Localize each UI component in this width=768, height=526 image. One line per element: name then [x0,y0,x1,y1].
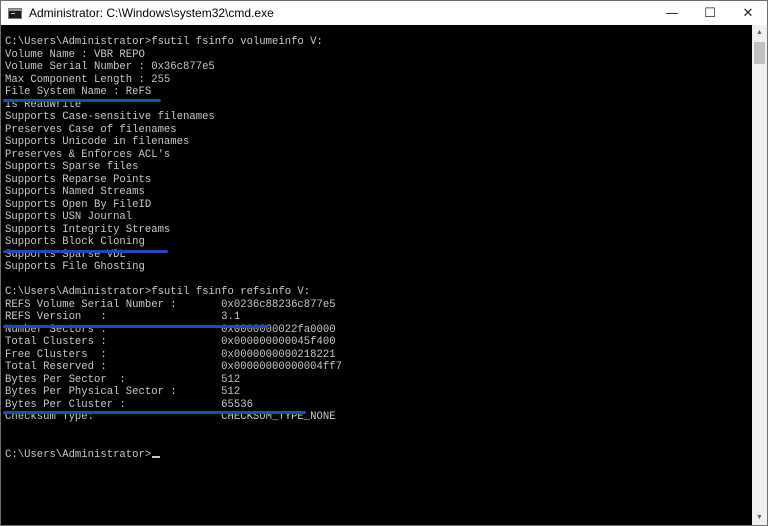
scroll-down-icon[interactable]: ▼ [752,510,767,525]
console-line: Supports File Ghosting [5,261,342,274]
console-line: Total Clusters : 0x000000000045f400 [5,336,342,349]
console-line-text: C:\Users\Administrator>fsutil fsinfo vol… [5,36,323,48]
console-line: C:\Users\Administrator>fsutil fsinfo ref… [5,286,342,299]
console-line-text: Volume Name : VBR REPO [5,48,145,61]
console-line-text: Preserves Case of filenames [5,123,177,136]
console-line: Volume Serial Number : 0x36c877e5 [5,61,342,74]
console-line: Max Component Length : 255 [5,74,342,87]
console-line: REFS Volume Serial Number : 0x0236c88236… [5,299,342,312]
annotation-underline-bytes-per-cluster [3,411,306,414]
title-bar[interactable]: Administrator: C:\Windows\system32\cmd.e… [1,1,767,25]
console-line-text: REFS Volume Serial Number : 0x0236c88236… [5,298,336,311]
console-line-text: REFS Version : 3.1 [5,311,241,323]
maximize-icon: ☐ [704,5,716,21]
console-line: Supports Sparse files [5,161,342,174]
cmd-icon[interactable] [8,7,22,19]
console-line-text: C:\Users\Administrator> [5,448,152,461]
console-line-text: File System Name : ReFS [5,86,152,98]
console-line-text: Supports File Ghosting [5,261,145,273]
console-line-text: Supports Block Cloning [5,236,145,248]
console-line-text: Bytes Per Cluster : 65536 [5,398,253,411]
console-line-text: Supports USN Journal [5,211,133,223]
maximize-button[interactable]: ☐ [691,1,729,25]
vertical-scrollbar[interactable]: ▲ ▼ [752,25,767,525]
console-line-text: Bytes Per Sector : 512 [5,373,241,386]
console-line-text: Supports Reparse Points [5,173,152,186]
console-line-text: Max Component Length : 255 [5,73,171,86]
console-output[interactable]: C:\Users\Administrator>fsutil fsinfo vol… [1,25,753,525]
console-line-text: Total Clusters : 0x000000000045f400 [5,336,336,348]
console-line-text: Total Reserved : 0x00000000000004ff7 [5,361,342,373]
console-line: Supports Case-sensitive filenames [5,111,342,124]
minimize-icon: — [665,5,679,21]
console-line-text: Supports Sparse files [5,161,139,173]
text-cursor [152,455,161,458]
console-line: Bytes Per Physical Sector : 512 [5,386,342,399]
annotation-underline-block-cloning [3,250,168,253]
close-button[interactable]: ✕ [729,1,767,25]
console-line: C:\Users\Administrator> [5,449,342,462]
console-line: Supports Block Cloning [5,236,342,249]
console-line: Preserves & Enforces ACL's [5,149,342,162]
console-line: Free Clusters : 0x0000000000218221 [5,349,342,362]
console-line: Total Reserved : 0x00000000000004ff7 [5,361,342,374]
annotation-underline-refs-version [3,325,268,328]
window-controls: — ☐ ✕ [653,1,767,25]
console-line: C:\Users\Administrator>fsutil fsinfo vol… [5,36,342,49]
console-line-text: Volume Serial Number : 0x36c877e5 [5,61,215,73]
console-line-text: Preserves & Enforces ACL's [5,148,171,161]
console-line-text: Free Clusters : 0x0000000000218221 [5,348,336,361]
scroll-thumb[interactable] [754,42,765,64]
minimize-button[interactable]: — [653,1,691,25]
annotation-underline-file-system-name [3,99,161,102]
close-icon: ✕ [742,5,754,21]
cmd-window: Administrator: C:\Windows\system32\cmd.e… [0,0,768,526]
console-line: Preserves Case of filenames [5,124,342,137]
console-line-text: Supports Named Streams [5,186,145,198]
console-line: Supports USN Journal [5,211,342,224]
console-line: Bytes Per Sector : 512 [5,374,342,387]
console-line: Supports Named Streams [5,186,342,199]
console-line-text: Supports Case-sensitive filenames [5,111,215,123]
console-line-text: Supports Open By FileID [5,198,152,211]
console-line-text: Supports Integrity Streams [5,223,171,236]
console-line: Volume Name : VBR REPO [5,49,342,62]
console-line: REFS Version : 3.1 [5,311,342,324]
console-line-text: Bytes Per Physical Sector : 512 [5,386,241,398]
console-line-text: Supports Unicode in filenames [5,136,190,148]
console-line: Supports Unicode in filenames [5,136,342,149]
console-line: Supports Open By FileID [5,199,342,212]
console-line: Supports Reparse Points [5,174,342,187]
scroll-up-icon[interactable]: ▲ [752,25,767,40]
console-line: File System Name : ReFS [5,86,342,99]
console-line-text: C:\Users\Administrator>fsutil fsinfo ref… [5,286,311,298]
console-line: Supports Integrity Streams [5,224,342,237]
window-title: Administrator: C:\Windows\system32\cmd.e… [29,6,274,20]
console-line: Bytes Per Cluster : 65536 [5,399,342,412]
